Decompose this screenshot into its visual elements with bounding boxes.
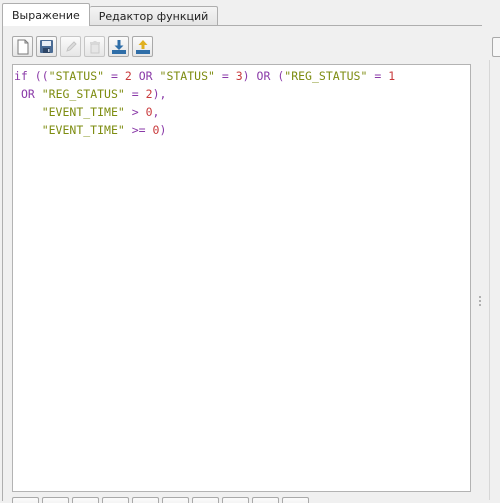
edit-icon: [65, 40, 77, 52]
code-token: if: [14, 69, 28, 83]
operator-button[interactable]: [222, 497, 249, 503]
code-token: "REG_STATUS": [41, 87, 125, 101]
code-token: =: [131, 87, 139, 101]
code-token: "EVENT_TIME": [41, 123, 125, 137]
expression-dialog: Выражение Редактор функций if (("STATUS"…: [0, 0, 500, 503]
code-token: OR: [20, 87, 35, 101]
code-line: "EVENT_TIME" > 0,: [14, 103, 470, 121]
edit-expression-button[interactable]: [60, 36, 81, 57]
import-expression-button[interactable]: [108, 36, 129, 57]
operator-button[interactable]: [192, 497, 219, 503]
operator-buttons-row: [12, 497, 309, 503]
expression-toolbar: [12, 36, 153, 57]
code-token: ),: [152, 87, 167, 101]
code-token: 2: [145, 87, 153, 101]
operator-button[interactable]: [102, 497, 129, 503]
code-token: ,: [152, 105, 160, 119]
code-token: ((: [34, 69, 49, 83]
save-expression-button[interactable]: [36, 36, 57, 57]
operator-button[interactable]: [252, 497, 279, 503]
code-token: =: [221, 69, 229, 83]
expression-editor[interactable]: if (("STATUS" = 2 OR "STATUS" = 3) OR ("…: [12, 64, 471, 492]
code-token: "EVENT_TIME": [41, 105, 125, 119]
code-token: >=: [131, 123, 146, 137]
code-token: OR: [256, 69, 271, 83]
tab-expression[interactable]: Выражение: [2, 3, 90, 26]
tab-bar: Выражение Редактор функций: [2, 3, 219, 26]
new-expression-button[interactable]: [12, 36, 33, 57]
tab-function-editor-label: Редактор функций: [98, 10, 209, 23]
code-token: ): [242, 69, 250, 83]
code-token: 1: [388, 69, 396, 83]
operator-button[interactable]: [42, 497, 69, 503]
splitter-handle[interactable]: [479, 296, 481, 310]
code-token: "REG_STATUS": [284, 69, 368, 83]
code-token: OR: [138, 69, 153, 83]
tab-expression-label: Выражение: [12, 8, 80, 22]
panel-divider: [489, 60, 490, 500]
code-line: "EVENT_TIME" >= 0): [14, 121, 470, 139]
code-token: ): [159, 123, 167, 137]
code-token: "STATUS": [159, 69, 215, 83]
operator-button[interactable]: [12, 497, 39, 503]
code-line: OR "REG_STATUS" = 2),: [14, 85, 470, 103]
code-token: 2: [124, 69, 132, 83]
code-token: >: [131, 105, 139, 119]
save-icon: [40, 40, 53, 53]
code-token: =: [110, 69, 118, 83]
tab-function-editor[interactable]: Редактор функций: [89, 6, 219, 26]
operator-button[interactable]: [72, 497, 99, 503]
operator-button[interactable]: [132, 497, 159, 503]
delete-expression-button[interactable]: [84, 36, 105, 57]
operator-button[interactable]: [282, 497, 309, 503]
export-icon: [135, 39, 150, 54]
delete-icon: [89, 40, 100, 53]
code-line: if (("STATUS" = 2 OR "STATUS" = 3) OR ("…: [14, 67, 470, 85]
right-panel-button[interactable]: [492, 37, 500, 57]
code-token: =: [374, 69, 382, 83]
code-token: 3: [235, 69, 243, 83]
operator-button[interactable]: [162, 497, 189, 503]
import-icon: [111, 39, 126, 54]
code-token: 0: [145, 105, 153, 119]
new-file-icon: [17, 39, 28, 54]
code-token: "STATUS": [48, 69, 105, 83]
export-expression-button[interactable]: [132, 36, 153, 57]
